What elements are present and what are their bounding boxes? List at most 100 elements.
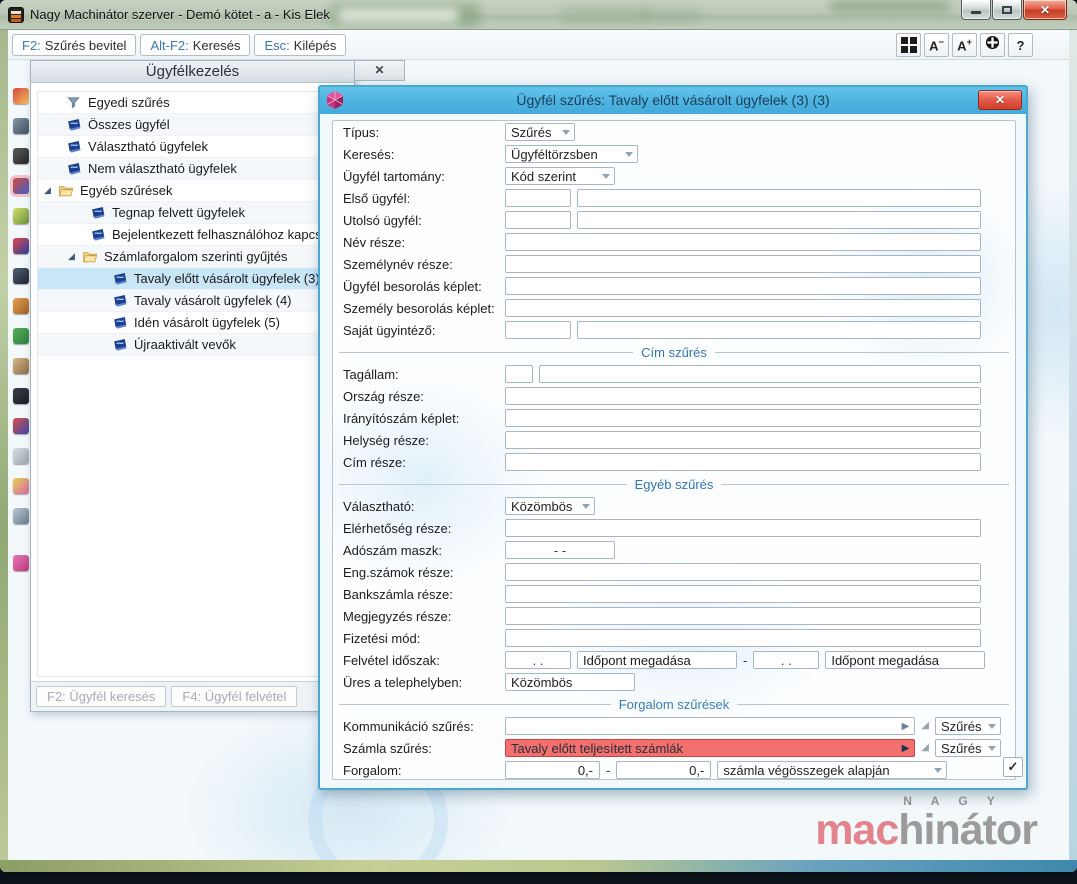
date-picker-button[interactable]: Időpont megadása [825, 651, 986, 669]
tree-item[interactable]: Újraaktivált vevők [38, 334, 347, 356]
close-button[interactable]: ✕ [1023, 0, 1067, 20]
text-input[interactable] [577, 321, 981, 339]
glass-reflection [338, 8, 458, 23]
text-input[interactable] [505, 519, 981, 537]
dropdown[interactable]: Szűrés [505, 123, 575, 141]
text-input[interactable] [505, 211, 571, 229]
field-label: Személynév része: [343, 256, 453, 272]
field-label: Fizetési mód: [343, 630, 421, 646]
dock-icon[interactable] [13, 178, 29, 194]
tree-item[interactable]: Bejelentkezett felhasználóhoz kapcso [38, 224, 347, 246]
confirm-checkbox[interactable]: ✓ [1003, 757, 1023, 777]
panel-footer-button[interactable]: F4: Ügyfél felvétel [171, 686, 298, 707]
text-input[interactable] [505, 299, 981, 317]
text-input[interactable]: - - [505, 541, 615, 559]
maximize-button[interactable] [992, 0, 1022, 20]
text-input[interactable]: . . [505, 651, 571, 669]
text-input[interactable] [539, 365, 981, 383]
text-input[interactable]: 0,- [505, 761, 600, 779]
tree-item[interactable]: ◢ Számlaforgalom szerinti gyűjtés [38, 246, 347, 268]
flow-field[interactable]: ▶ [505, 717, 916, 735]
date-picker-button[interactable]: Időpont megadása [577, 651, 737, 669]
field-group [505, 365, 981, 383]
text-input[interactable] [505, 431, 981, 449]
field-group: - - [505, 541, 981, 559]
text-input[interactable] [505, 365, 533, 383]
text-input[interactable] [505, 255, 981, 273]
cube-icon [325, 90, 345, 115]
text-input[interactable]: Közömbös [505, 673, 635, 691]
dock-icon[interactable] [13, 268, 29, 284]
tree-item[interactable]: Összes ügyfél [38, 114, 347, 136]
tree-item[interactable]: Tavaly vásárolt ügyfelek (4) [38, 290, 347, 312]
dock-icon[interactable] [13, 448, 29, 464]
app-icon [8, 7, 24, 23]
dock-icon[interactable] [13, 555, 29, 571]
minimize-button[interactable] [961, 0, 991, 20]
dock-icon[interactable] [13, 388, 29, 404]
text-input[interactable] [577, 189, 981, 207]
panel-footer-button[interactable]: F2: Ügyfél keresés [36, 686, 167, 707]
field-label: Ügyfél tartomány: [343, 168, 445, 184]
dock-icon[interactable] [13, 328, 29, 344]
dock-icon[interactable] [13, 208, 29, 224]
tree-expander-icon[interactable]: ◢ [68, 251, 82, 262]
tree-expander-icon[interactable]: ◢ [44, 185, 58, 196]
tree-item[interactable]: Idén vásárolt ügyfelek (5) [38, 312, 347, 334]
dock-icon[interactable] [13, 298, 29, 314]
dock-icon[interactable] [13, 118, 29, 134]
resize-grip-icon[interactable]: ◢ [921, 721, 929, 731]
dock-icon[interactable] [13, 358, 29, 374]
panel-close-tab[interactable]: ✕ [355, 60, 405, 81]
text-input[interactable]: 0,- [616, 761, 712, 779]
tree-item[interactable]: Tegnap felvett ügyfelek [38, 202, 347, 224]
dropdown[interactable]: számla végösszegek alapján [717, 761, 948, 779]
tree-item[interactable]: Választható ügyfelek [38, 136, 347, 158]
text-input[interactable] [505, 277, 981, 295]
text-input[interactable] [577, 211, 981, 229]
text-input[interactable] [505, 453, 981, 471]
navigator-button[interactable] [980, 33, 1005, 57]
tree-item[interactable]: Nem választható ügyfelek [38, 158, 347, 180]
flow-field[interactable]: Tavaly előtt teljesített számlák ▶ [505, 739, 916, 757]
tree-item[interactable]: Tavaly előtt vásárolt ügyfelek (3) [38, 268, 347, 290]
text-input[interactable] [505, 563, 981, 581]
dropdown[interactable]: Kód szerint [505, 167, 615, 185]
field-group: Közömbös [505, 497, 981, 515]
text-input[interactable] [505, 233, 981, 251]
toolbar-button[interactable]: Alt-F2: Keresés [140, 34, 251, 56]
dock-icon[interactable] [13, 418, 29, 434]
text-input[interactable] [505, 409, 981, 427]
field-group [505, 629, 981, 647]
dropdown[interactable]: Közömbös [505, 497, 595, 515]
dock-icon[interactable] [13, 88, 29, 104]
text-input[interactable] [505, 585, 981, 603]
dock-icon[interactable] [13, 508, 29, 524]
toolbar-button[interactable]: Esc: Kilépés [254, 34, 347, 56]
window-layout-button[interactable] [896, 33, 921, 57]
dropdown[interactable]: Ügyféltörzsben [505, 145, 638, 163]
text-input[interactable]: . . [753, 651, 820, 669]
tree-item[interactable]: Egyedi szűrés [38, 92, 347, 114]
dock-icon[interactable] [13, 148, 29, 164]
dropdown[interactable]: Szűrés [935, 739, 1001, 757]
help-icon: ? [1016, 37, 1025, 53]
text-input[interactable] [505, 607, 981, 625]
dropdown[interactable]: Szűrés [935, 717, 1001, 735]
dialog-close-button[interactable]: ✕ [978, 90, 1022, 110]
toolbar-button[interactable]: F2: Szűrés bevitel [12, 34, 137, 56]
text-input[interactable] [505, 629, 981, 647]
field-label: Eng.számok része: [343, 564, 454, 580]
font-smaller-button[interactable]: A− [924, 33, 949, 57]
resize-grip-icon[interactable]: ◢ [921, 743, 929, 753]
help-button[interactable]: ? [1008, 33, 1033, 57]
dock-icon[interactable] [13, 238, 29, 254]
tree-item[interactable]: ◢ Egyéb szűrések [38, 180, 347, 202]
font-larger-button[interactable]: A+ [952, 33, 977, 57]
dock-icon[interactable] [13, 478, 29, 494]
field-label: Típus: [343, 124, 380, 140]
text-input[interactable] [505, 321, 571, 339]
text-input[interactable] [505, 189, 571, 207]
filter-icon [66, 95, 87, 110]
text-input[interactable] [505, 387, 981, 405]
